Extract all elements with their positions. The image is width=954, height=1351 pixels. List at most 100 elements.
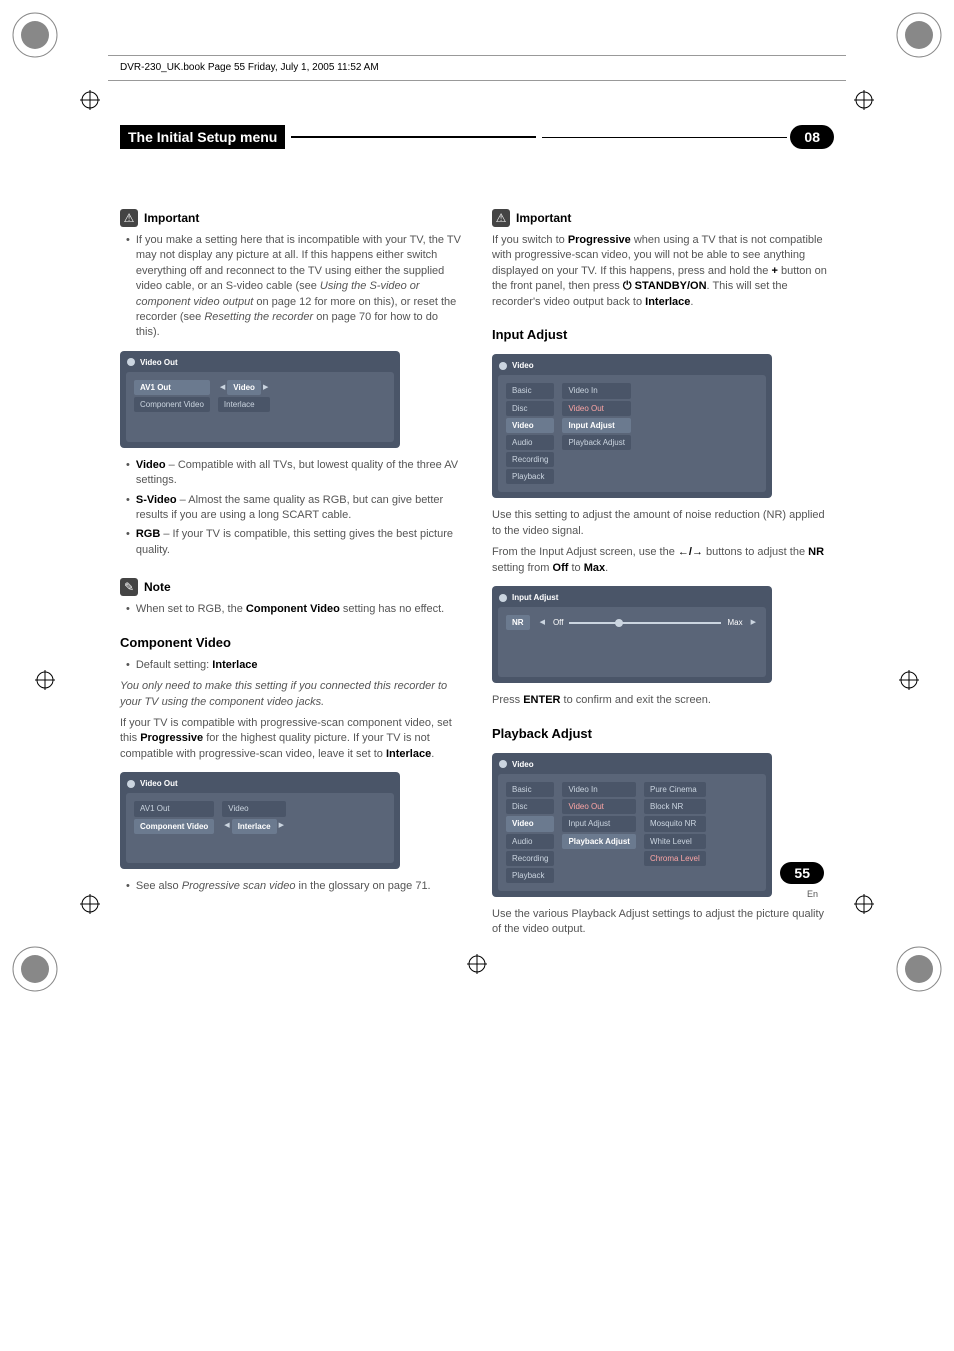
chapter-number: 08 [790,125,834,149]
menu-item: Audio [506,834,554,849]
registration-mark [80,90,100,110]
menu-item: AV1 Out [134,801,214,816]
menu-value: Video [222,801,286,816]
menu-value: Video Out [562,799,636,814]
menu-value: Video In [562,782,636,797]
menu-value: Playback Adjust [562,834,636,849]
warning-icon: ⚠ [492,209,510,227]
input-adjust-p1: Use this setting to adjust the amount of… [492,508,834,539]
arrow-right-icon: ▶ [277,821,286,831]
left-column: ⚠ Important • If you make a setting here… [120,189,462,944]
menu-item: Component Video [134,819,214,834]
menu-screenshot-video: Video Basic Disc Video Audio Recording P… [492,354,772,498]
arrow-left-icon: ◀ [538,618,547,628]
menu-value: Mosquito NR [644,816,706,831]
menu-title: Input Adjust [512,592,558,603]
menu-title: Video Out [140,357,178,368]
playback-adjust-text: Use the various Playback Adjust settings… [492,907,834,938]
menu-value: Video Out [562,401,630,416]
bullet-item: • If you make a setting here that is inc… [126,233,462,341]
menu-value: Block NR [644,799,706,814]
arrow-right-icon: ▶ [749,618,758,628]
menu-value: Chroma Level [644,851,706,866]
page-language: En [807,889,818,899]
note-heading: ✎ Note [120,578,462,596]
title-rule [291,136,536,138]
header-rule [108,80,846,81]
bullet-item: •When set to RGB, the Component Video se… [126,602,462,617]
menu-item: Recording [506,851,554,866]
playback-adjust-heading: Playback Adjust [492,725,834,743]
pencil-icon: ✎ [120,578,138,596]
input-adjust-heading: Input Adjust [492,326,834,344]
menu-value: Video [227,380,261,395]
bullet-item: •Video – Compatible with all TVs, but lo… [126,458,462,489]
menu-value: Playback Adjust [562,435,630,450]
menu-value: White Level [644,834,706,849]
printer-mark-tr [894,10,944,60]
slider-max-label: Max [727,617,742,628]
menu-item: Basic [506,383,554,398]
bullet-item: •Default setting: Interlace [126,658,462,673]
menu-item: Video [506,816,554,831]
arrow-left-icon: ◀ [222,821,231,831]
important-heading: ⚠ Important [492,209,834,227]
menu-item: Recording [506,452,554,467]
registration-mark [80,894,100,914]
gear-icon [126,357,136,367]
registration-mark [899,670,919,690]
bullet-item: •See also Progressive scan video in the … [126,879,462,894]
menu-value: Interlace [218,397,270,412]
arrow-left-right-icon: ←/→ [678,546,703,558]
note-label: Note [144,579,171,596]
printer-mark-tl [10,10,60,60]
menu-value: Input Adjust [562,418,630,433]
component-video-text: If your TV is compatible with progressiv… [120,716,462,762]
menu-item: Basic [506,782,554,797]
menu-item: Component Video [134,397,210,412]
registration-mark [35,670,55,690]
menu-item: Disc [506,401,554,416]
input-adjust-p2: From the Input Adjust screen, use the ←/… [492,545,834,576]
bullet-item: •RGB – If your TV is compatible, this se… [126,527,462,558]
registration-mark [854,90,874,110]
menu-screenshot-video-out: Video Out AV1 Out Component Video Video … [120,772,400,869]
registration-mark [467,954,487,974]
menu-value: Interlace [232,819,277,834]
important-heading: ⚠ Important [120,209,462,227]
bullet-text: If you make a setting here that is incom… [136,233,462,341]
menu-screenshot-input-adjust: Input Adjust NR ◀ Off Max ▶ [492,586,772,683]
gear-icon [498,593,508,603]
important-text: If you switch to Progressive when using … [492,233,834,310]
menu-title: Video [512,360,534,371]
menu-item: AV1 Out [134,380,210,395]
press-enter-text: Press ENTER to confirm and exit the scre… [492,693,834,708]
menu-item: Audio [506,435,554,450]
warning-icon: ⚠ [120,209,138,227]
slider-thumb [615,619,623,627]
menu-item-nr: NR [506,615,530,630]
power-icon: ⏻ [623,280,632,292]
header-rule [108,55,846,56]
component-video-note: You only need to make this setting if yo… [120,679,462,710]
menu-item: Playback [506,469,554,484]
gear-icon [126,779,136,789]
menu-value: Video In [562,383,630,398]
bullet-item: •S-Video – Almost the same quality as RG… [126,493,462,524]
title-bar: The Initial Setup menu 08 [120,125,834,149]
gear-icon [498,759,508,769]
title-rule-thin [542,137,787,138]
slider-off-label: Off [553,617,564,628]
bullet-dot: • [126,233,130,341]
menu-item: Playback [506,868,554,883]
menu-screenshot-video-playback: Video Basic Disc Video Audio Recording P… [492,753,772,897]
page-number: 55 [780,862,824,884]
section-title: The Initial Setup menu [120,125,285,149]
nr-slider [569,622,721,624]
important-label: Important [516,210,571,227]
menu-title: Video Out [140,778,178,789]
important-label: Important [144,210,199,227]
right-column: ⚠ Important If you switch to Progressive… [492,189,834,944]
registration-mark [854,894,874,914]
menu-item: Video [506,418,554,433]
